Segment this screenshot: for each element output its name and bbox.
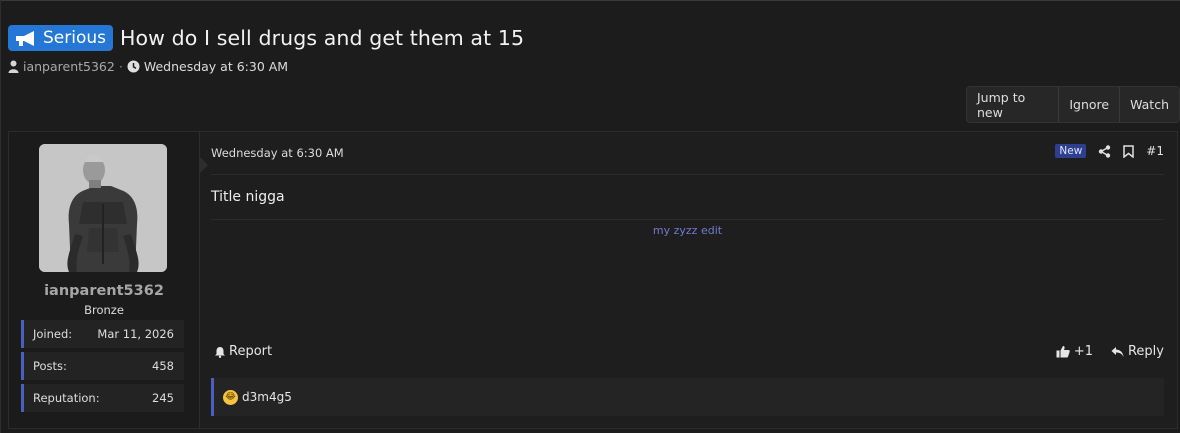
thumbs-up-icon <box>1056 346 1070 358</box>
stat-label: Reputation: <box>33 391 100 405</box>
like-button[interactable]: +1 <box>1056 344 1093 359</box>
meta-separator: · <box>118 59 123 74</box>
ignore-button[interactable]: Ignore <box>1059 87 1121 122</box>
clock-icon <box>127 60 140 73</box>
avatar-image <box>39 144 167 272</box>
avatar[interactable] <box>39 144 167 272</box>
thread-prefix-badge[interactable]: Serious <box>8 25 113 51</box>
thread-meta: ianparent5362 · Wednesday at 6:30 AM <box>8 59 288 74</box>
stat-value: Mar 11, 2026 <box>97 327 174 341</box>
new-badge: New <box>1055 144 1087 158</box>
stat-label: Joined: <box>33 327 73 341</box>
bookmark-icon[interactable] <box>1123 144 1135 158</box>
laughing-crying-emoji-icon: 😂 <box>223 389 238 405</box>
stat-value: 458 <box>152 359 174 373</box>
post-username[interactable]: ianparent5362 <box>9 283 199 299</box>
thread-title: How do I sell drugs and get them at 15 <box>120 26 525 50</box>
post-header-divider <box>211 174 1164 175</box>
thread-date[interactable]: Wednesday at 6:30 AM <box>144 59 288 74</box>
post-footer-actions: +1 Reply <box>1056 344 1164 359</box>
post-container: ianparent5362 Bronze Joined: Mar 11, 202… <box>8 131 1178 429</box>
post-header-actions: New #1 <box>1055 144 1164 158</box>
user-stat-joined: Joined: Mar 11, 2026 <box>21 320 184 348</box>
megaphone-icon <box>16 30 34 46</box>
reactions-bar: 😂 d3m4g5 <box>211 378 1164 416</box>
post-date[interactable]: Wednesday at 6:30 AM <box>211 146 344 160</box>
reply-label: Reply <box>1127 344 1164 359</box>
signature-divider <box>211 219 1164 220</box>
like-count: +1 <box>1073 344 1093 359</box>
user-icon <box>8 60 19 73</box>
bell-icon <box>215 346 225 358</box>
thread-title-row: Serious How do I sell drugs and get them… <box>8 25 524 51</box>
user-rank-title: Bronze <box>84 303 124 317</box>
left-border <box>0 0 1 433</box>
thread-author-link[interactable]: ianparent5362 <box>23 59 115 74</box>
post-message: Title nigga <box>211 189 285 205</box>
thread-prefix-label: Serious <box>43 28 106 48</box>
user-stat-reputation: Reputation: 245 <box>21 384 184 412</box>
post-user-cell: ianparent5362 Bronze Joined: Mar 11, 202… <box>9 132 200 428</box>
watch-button[interactable]: Watch <box>1120 87 1179 122</box>
stat-label: Posts: <box>33 359 67 373</box>
post-main: Wednesday at 6:30 AM New #1 Title nigga … <box>211 132 1164 428</box>
thread-action-buttons: Jump to new Ignore Watch <box>966 86 1180 123</box>
reaction-user-link[interactable]: d3m4g5 <box>242 390 292 404</box>
post-number-link[interactable]: #1 <box>1146 144 1164 158</box>
stat-value: 245 <box>152 391 174 405</box>
signature-link[interactable]: my zyzz edit <box>211 224 1164 237</box>
user-stat-posts: Posts: 458 <box>21 352 184 380</box>
report-button[interactable]: Report <box>214 344 272 359</box>
jump-to-new-button[interactable]: Jump to new <box>967 87 1060 122</box>
report-label: Report <box>229 344 273 359</box>
top-border <box>0 0 1180 1</box>
user-cell-arrow <box>199 156 208 174</box>
reply-button[interactable]: Reply <box>1111 344 1164 359</box>
reply-icon <box>1111 346 1124 357</box>
share-icon[interactable] <box>1098 144 1111 158</box>
